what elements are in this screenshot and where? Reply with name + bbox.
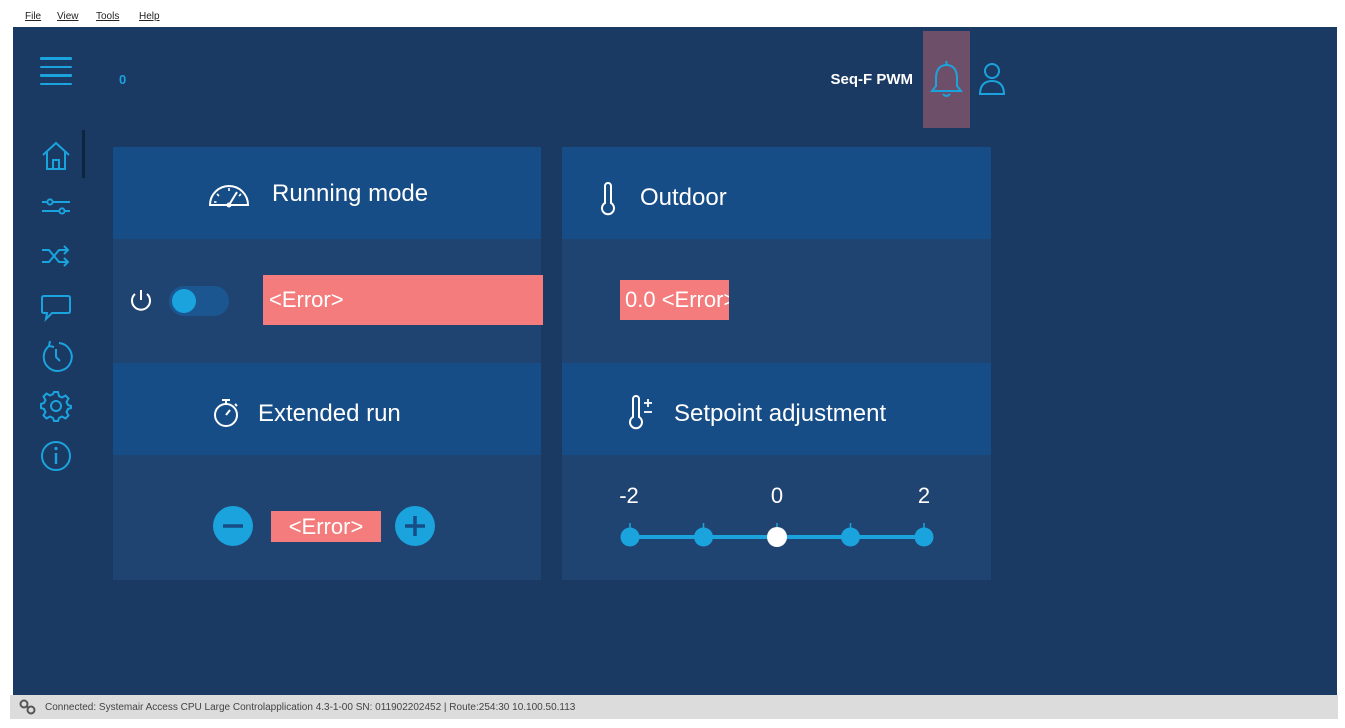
chat-icon [41,295,71,322]
setpoint-step[interactable] [841,527,860,547]
nav-item-home[interactable] [39,139,73,173]
extended-run-title: Extended run [258,400,401,427]
nav-item-settings-sliders[interactable] [39,189,73,223]
thermometer-plus-minus-icon [629,395,652,430]
setpoint-thumb[interactable] [767,527,787,547]
extended-run-card: Extended run <Error> [113,363,541,580]
thermometer-icon [601,182,615,216]
menu-help[interactable]: Help [139,11,160,22]
sliders-icon [42,198,70,215]
outdoor-title: Outdoor [640,184,727,211]
running-mode-card: Running mode <Error> [113,147,543,363]
timer-icon [42,340,73,372]
setpoint-step[interactable] [694,527,713,547]
alarm-button[interactable] [923,31,970,128]
running-mode-header: Running mode [113,147,541,239]
nav-item-configuration[interactable] [39,389,73,423]
stopwatch-icon [214,399,238,427]
power-icon [131,290,151,311]
setpoint-title: Setpoint adjustment [674,400,887,427]
user-icon [978,63,1006,95]
nav-item-messages[interactable] [39,289,73,323]
window-border-right [1337,27,1345,728]
menu-tools[interactable]: Tools [96,11,119,22]
setpoint-slider[interactable] [610,503,950,553]
nav-item-info[interactable] [39,439,73,473]
connection-icon [19,699,36,715]
user-button[interactable] [976,61,1008,97]
menu-view[interactable]: View [57,11,79,22]
decrease-button[interactable] [213,506,253,546]
setpoint-step[interactable] [914,527,934,547]
device-label: Seq-F PWM [830,71,914,88]
increase-button[interactable] [395,506,435,546]
running-mode-title: Running mode [272,180,429,207]
extended-run-value: <Error> [271,511,381,542]
power-toggle[interactable] [169,286,229,316]
outdoor-header: Outdoor [562,147,991,239]
hamburger-menu-icon[interactable] [40,57,72,87]
running-mode-value[interactable]: <Error> [263,275,543,325]
status-text: Connected: Systemair Access CPU Large Co… [45,702,576,713]
bell-icon [929,61,964,97]
home-icon [42,141,70,170]
sidebar-nav [33,127,83,487]
outdoor-value: 0.0 <Error> [620,280,729,320]
setpoint-header: Setpoint adjustment [562,363,991,455]
app-area: 0 Seq-F PWM Running mode <Error> Outdoor… [13,27,1337,695]
outdoor-card: Outdoor 0.0 <Error> [562,147,991,363]
status-bar: Connected: Systemair Access CPU Large Co… [10,695,1338,719]
extended-run-header: Extended run [113,363,541,455]
gear-icon [40,391,72,422]
speedometer-icon [208,185,250,208]
nav-item-timer[interactable] [39,339,73,373]
counter-value: 0 [119,72,127,87]
setpoint-step[interactable] [620,527,640,547]
window-border-left [0,27,13,728]
info-icon [41,441,71,471]
menu-bar: File View Tools Help [0,0,1345,26]
shuffle-icon [42,245,70,267]
power-toggle-knob [172,289,196,313]
menu-file[interactable]: File [25,11,41,22]
nav-item-shuffle[interactable] [39,239,73,273]
setpoint-card: Setpoint adjustment -2 0 2 [562,363,991,580]
